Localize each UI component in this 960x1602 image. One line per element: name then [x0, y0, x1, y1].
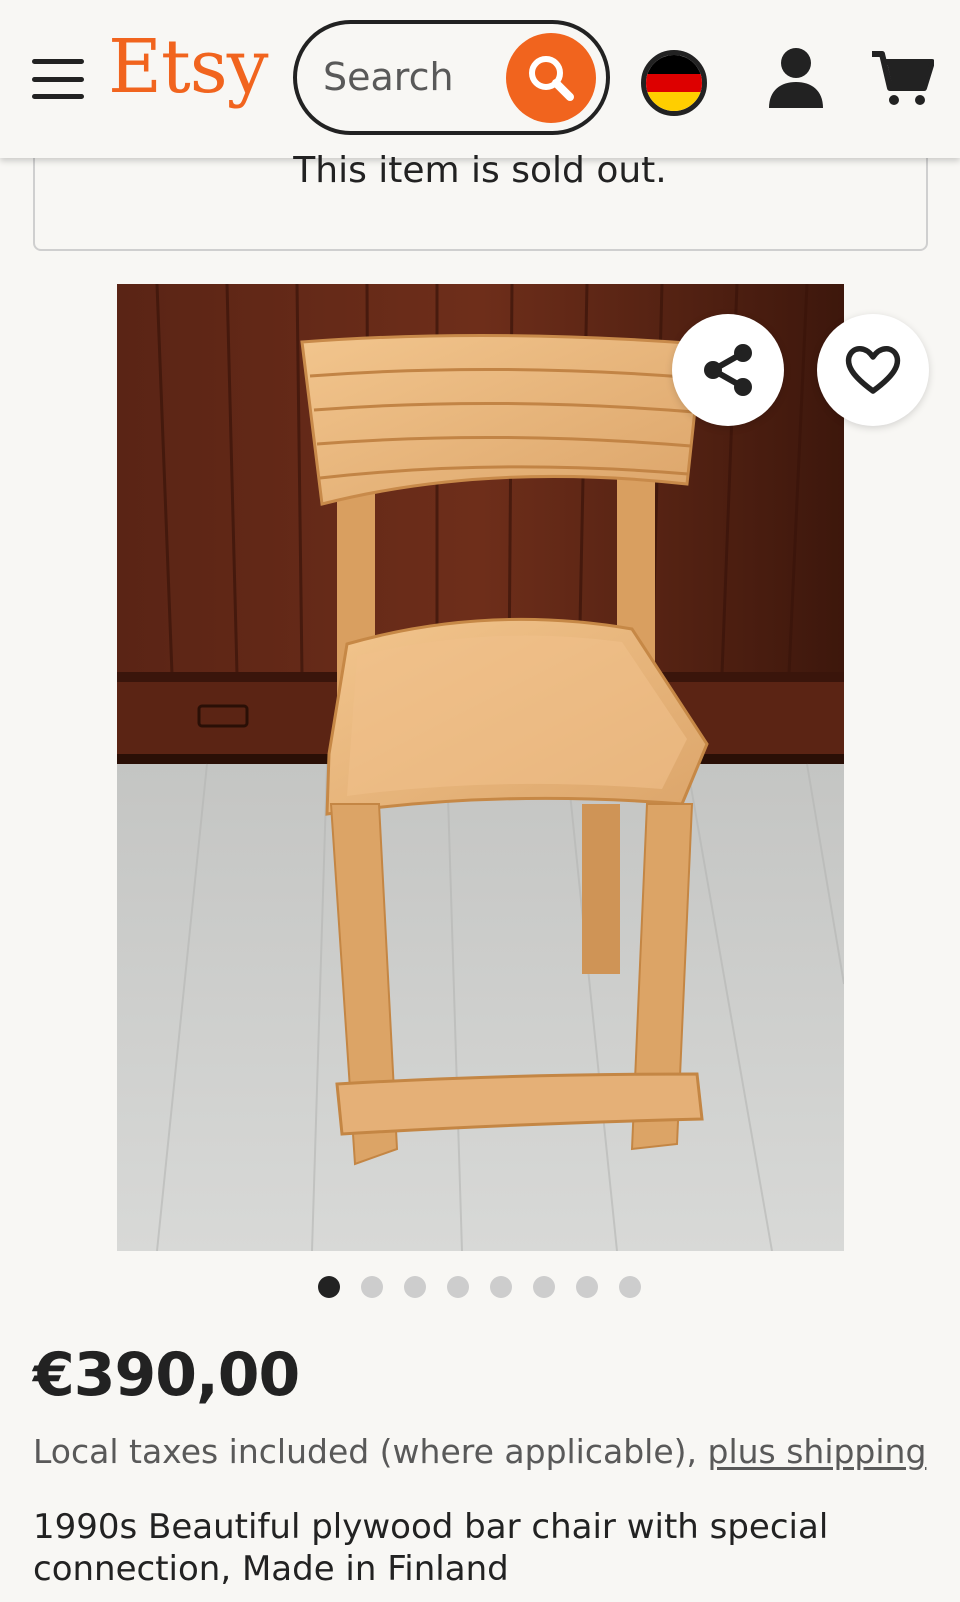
image-carousel-dots	[318, 1276, 641, 1298]
product-price: €390,00	[33, 1340, 300, 1410]
heart-icon	[845, 346, 901, 394]
carousel-dot[interactable]	[447, 1276, 469, 1298]
carousel-dot[interactable]	[490, 1276, 512, 1298]
search-button[interactable]	[506, 33, 596, 123]
product-title: 1990s Beautiful plywood bar chair with s…	[33, 1507, 829, 1589]
carousel-dot[interactable]	[619, 1276, 641, 1298]
carousel-dot[interactable]	[404, 1276, 426, 1298]
hamburger-menu-icon[interactable]	[30, 56, 86, 102]
carousel-dot[interactable]	[533, 1276, 555, 1298]
shopping-cart-icon[interactable]	[870, 48, 934, 108]
top-header: Etsy	[0, 0, 960, 158]
tax-info: Local taxes included (where applicable),…	[33, 1432, 926, 1471]
carousel-dot[interactable]	[361, 1276, 383, 1298]
carousel-dot[interactable]	[318, 1276, 340, 1298]
etsy-logo[interactable]: Etsy	[108, 30, 269, 104]
product-image[interactable]	[117, 284, 844, 1251]
tax-text: Local taxes included (where applicable),	[33, 1432, 708, 1471]
germany-flag-icon[interactable]	[641, 50, 707, 116]
share-button[interactable]	[672, 314, 784, 426]
search-bar	[293, 20, 610, 135]
favorite-button[interactable]	[817, 314, 929, 426]
search-icon	[529, 56, 574, 101]
carousel-dot[interactable]	[576, 1276, 598, 1298]
plus-shipping-link[interactable]: plus shipping	[708, 1432, 927, 1471]
search-input[interactable]	[323, 52, 503, 102]
user-icon[interactable]	[765, 46, 827, 110]
share-icon	[704, 344, 752, 396]
